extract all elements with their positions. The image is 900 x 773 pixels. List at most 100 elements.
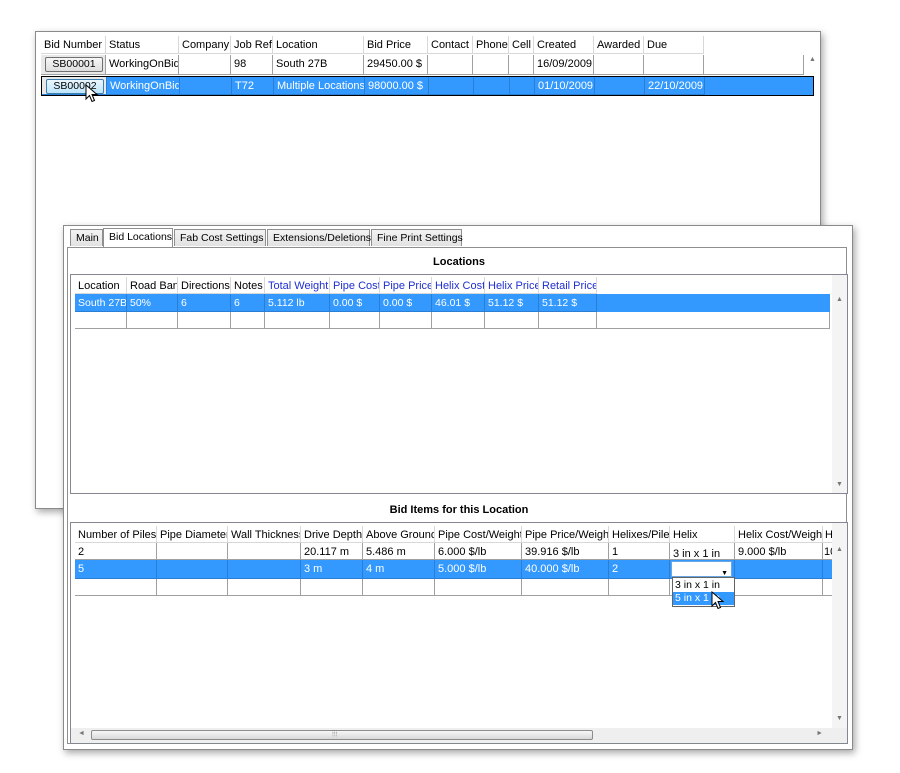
number-of-piles-cell[interactable]: 2 [75, 543, 157, 560]
empty-cell[interactable] [301, 579, 363, 596]
due-cell[interactable]: 22/10/2009 [645, 77, 705, 95]
column-header-pipe-diameter[interactable]: Pipe Diameter [157, 526, 228, 543]
column-header-road-ban[interactable]: Road Ban [127, 277, 178, 294]
column-header-status[interactable]: Status [106, 36, 179, 54]
location-cell[interactable]: South 27B [75, 294, 127, 312]
job-ref-cell[interactable]: 98 [231, 55, 273, 75]
column-header-drive-depth[interactable]: Drive Depth [301, 526, 363, 543]
scroll-left-icon[interactable]: ◄ [78, 730, 85, 737]
above-ground-cell[interactable]: 5.486 m [363, 543, 435, 560]
new-row[interactable] [75, 312, 830, 329]
empty-cell[interactable] [539, 312, 597, 329]
company-cell[interactable] [180, 77, 232, 95]
column-header-bid-price[interactable]: Bid Price [364, 36, 428, 54]
empty-cell[interactable] [127, 312, 178, 329]
phone-cell[interactable] [473, 55, 509, 75]
empty-cell[interactable] [485, 312, 539, 329]
column-header-location[interactable]: Location [75, 277, 127, 294]
empty-cell[interactable] [597, 312, 830, 329]
table-row[interactable]: SB00001 WorkingOnBid 98 South 27B 29450.… [41, 55, 804, 75]
pipe-cost-weight-cell[interactable]: 5.000 $/lb [435, 560, 522, 579]
empty-cell[interactable] [380, 312, 432, 329]
scroll-down-icon[interactable]: ▼ [834, 481, 845, 488]
bid-number-button[interactable]: SB00001 [45, 57, 103, 72]
drive-depth-cell[interactable]: 3 m [301, 560, 363, 579]
column-header-company[interactable]: Company [179, 36, 231, 54]
column-header-helix[interactable]: Helix [670, 526, 735, 543]
empty-cell[interactable] [231, 312, 265, 329]
table-row[interactable]: South 27B 50% 6 6 5.112 lb 0.00 $ 0.00 $… [75, 294, 830, 312]
wall-thickness-cell[interactable] [228, 543, 301, 560]
helix-cost-weight-cell[interactable]: 9.000 $/lb [735, 543, 823, 560]
column-header-above-ground[interactable]: Above Ground [363, 526, 435, 543]
pipe-diameter-cell[interactable] [157, 543, 228, 560]
created-cell[interactable]: 16/09/2009 [534, 55, 594, 75]
bid-items-vertical-scrollbar[interactable]: ▲ ▼ [832, 523, 847, 728]
empty-cell[interactable] [265, 312, 330, 329]
bid-price-cell[interactable]: 98000.00 $ [365, 77, 429, 95]
horizontal-scroll-thumb[interactable]: ⦙⦙⦙ [91, 729, 593, 740]
scroll-right-icon[interactable]: ► [816, 730, 823, 737]
company-cell[interactable] [179, 55, 231, 75]
contact-cell[interactable] [429, 77, 474, 95]
column-header-wall-thickness[interactable]: Wall Thickness [228, 526, 301, 543]
empty-cell[interactable] [432, 312, 485, 329]
empty-cell[interactable] [157, 579, 228, 596]
column-header-notes[interactable]: Notes [231, 277, 265, 294]
column-header-phone[interactable]: Phone [473, 36, 509, 54]
bid-items-horizontal-scrollbar[interactable]: ◄ ⦙⦙⦙ ► [71, 728, 847, 743]
column-header-pipe-cost-weight[interactable]: Pipe Cost/Weight [435, 526, 522, 543]
empty-cell[interactable] [178, 312, 231, 329]
cell-phone-cell[interactable] [510, 77, 535, 95]
wall-thickness-cell[interactable] [228, 560, 301, 579]
empty-cell[interactable] [435, 579, 522, 596]
column-header-bid-number[interactable]: Bid Number [41, 36, 106, 54]
column-header-pipe-cost[interactable]: Pipe Cost [330, 277, 380, 294]
pipe-price-weight-cell[interactable]: 39.916 $/lb [522, 543, 609, 560]
contact-cell[interactable] [428, 55, 473, 75]
status-cell[interactable]: WorkingOnBid [107, 77, 180, 95]
notes-cell[interactable]: 6 [231, 294, 265, 312]
empty-cell[interactable] [75, 579, 157, 596]
column-header-helixes-pile[interactable]: Helixes/Pile [609, 526, 670, 543]
helixes-pile-cell[interactable]: 1 [609, 543, 670, 560]
tab-bid-locations[interactable]: Bid Locations [103, 228, 173, 247]
column-header-number-of-piles[interactable]: Number of Piles [75, 526, 157, 543]
tab-fine-print-settings[interactable]: Fine Print Settings [371, 229, 463, 246]
column-header-due[interactable]: Due [644, 36, 704, 54]
table-row[interactable]: SB00002 WorkingOnBid T72 Multiple Locati… [41, 76, 814, 96]
helix-combo-box[interactable]: ▼ [671, 561, 732, 577]
directions-cell[interactable]: 6 [178, 294, 231, 312]
scroll-up-icon[interactable]: ▲ [834, 296, 845, 303]
empty-cell[interactable] [363, 579, 435, 596]
helixes-pile-cell[interactable]: 2 [609, 560, 670, 579]
location-cell[interactable]: Multiple Locations [274, 77, 365, 95]
empty-cell[interactable] [75, 312, 127, 329]
helix-cost-weight-cell[interactable] [735, 560, 823, 579]
number-of-piles-cell[interactable]: 5 [75, 560, 157, 579]
locations-vertical-scrollbar[interactable]: ▲ ▼ [832, 275, 847, 493]
column-header-directions[interactable]: Directions [178, 277, 231, 294]
column-header-helix-cost[interactable]: Helix Cost [432, 277, 485, 294]
column-header-cell[interactable]: Cell [509, 36, 534, 54]
job-ref-cell[interactable]: T72 [232, 77, 274, 95]
empty-cell[interactable] [330, 312, 380, 329]
column-header-retail-price[interactable]: Retail Price [539, 277, 597, 294]
column-header-contact[interactable]: Contact [428, 36, 473, 54]
column-header-created[interactable]: Created [534, 36, 594, 54]
scroll-up-icon[interactable]: ▲ [807, 56, 818, 63]
tab-fab-cost-settings[interactable]: Fab Cost Settings [174, 229, 266, 246]
pipe-cost-weight-cell[interactable]: 6.000 $/lb [435, 543, 522, 560]
tab-main[interactable]: Main [70, 229, 103, 246]
column-header-pipe-price-weight[interactable]: Pipe Price/Weight [522, 526, 609, 543]
column-header-pipe-price[interactable]: Pipe Price [380, 277, 432, 294]
awarded-cell[interactable] [595, 77, 645, 95]
empty-cell[interactable] [228, 579, 301, 596]
column-header-helix-cost-weight[interactable]: Helix Cost/Weight [735, 526, 823, 543]
column-header-helix-price[interactable]: Helix Price [485, 277, 539, 294]
empty-cell[interactable] [522, 579, 609, 596]
created-cell[interactable]: 01/10/2009 [535, 77, 595, 95]
road-ban-cell[interactable]: 50% [127, 294, 178, 312]
column-header-awarded[interactable]: Awarded [594, 36, 644, 54]
awarded-cell[interactable] [594, 55, 644, 75]
